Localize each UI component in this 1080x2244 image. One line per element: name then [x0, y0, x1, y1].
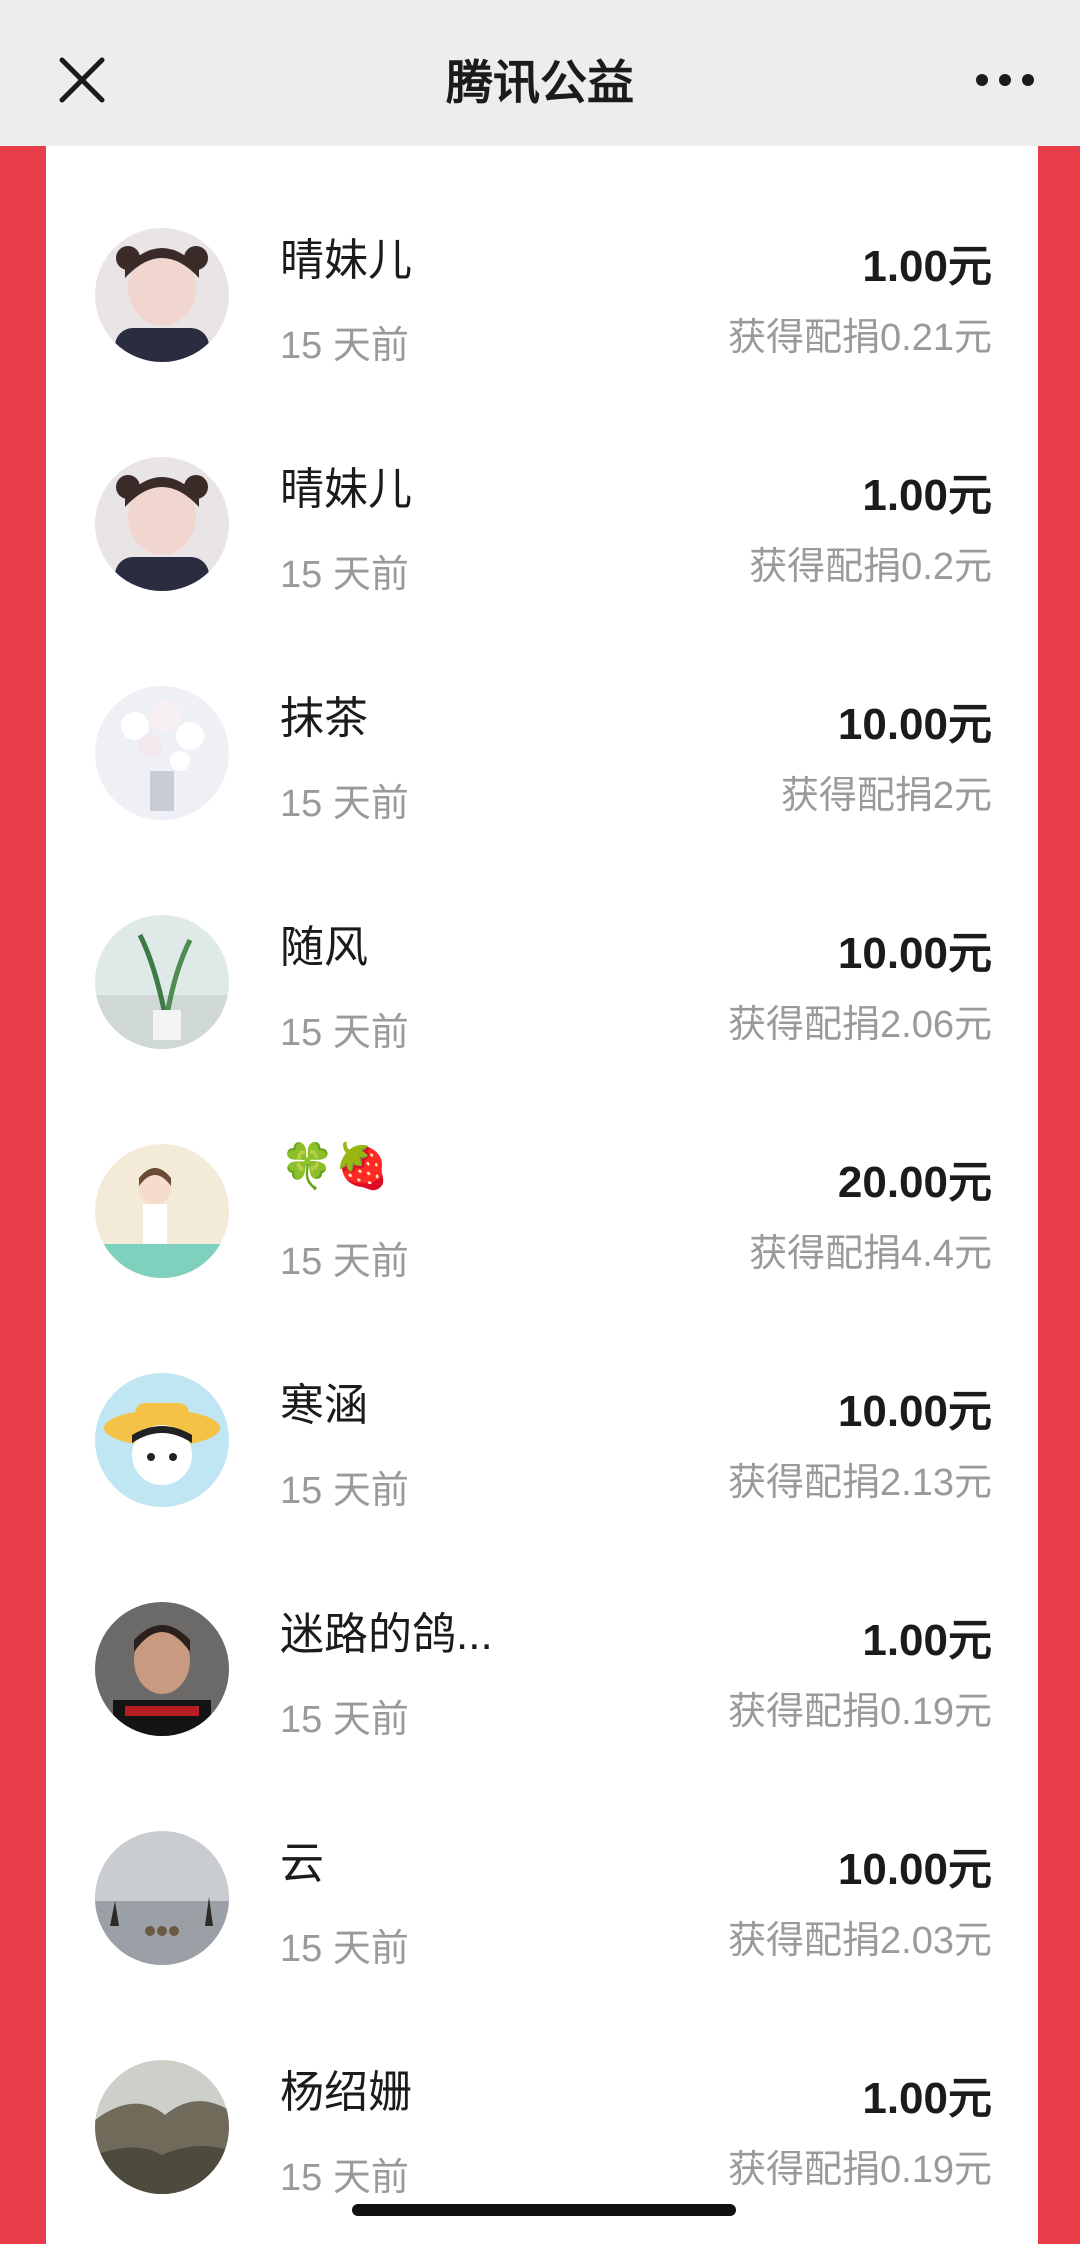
- donation-amount: 1.00元: [862, 242, 992, 291]
- avatar[interactable]: [95, 915, 229, 1049]
- match-amount: 获得配捐4.4元: [749, 1233, 992, 1275]
- list-item[interactable]: 云 15 天前 10.00元获得配捐2.03元: [46, 1745, 1038, 1974]
- more-icon: [976, 74, 1034, 86]
- donation-time: 15 天前: [280, 1012, 409, 1054]
- avatar[interactable]: [95, 2060, 229, 2194]
- donation-amount: 1.00元: [862, 1616, 992, 1665]
- side-border-right: [1038, 146, 1080, 2244]
- match-amount: 获得配捐0.2元: [749, 546, 992, 588]
- match-amount: 获得配捐2元: [780, 775, 992, 817]
- donation-amount: 10.00元: [837, 1387, 992, 1436]
- donation-amount: 10.00元: [837, 1845, 992, 1894]
- close-button[interactable]: [52, 50, 112, 110]
- avatar[interactable]: [95, 1831, 229, 1965]
- donor-name: 云: [280, 1839, 324, 1888]
- avatar[interactable]: [95, 686, 229, 820]
- avatar[interactable]: [95, 457, 229, 591]
- donation-amount: 1.00元: [862, 471, 992, 520]
- donation-amount: 1.00元: [862, 2074, 992, 2123]
- donor-name: 晴妹儿: [280, 236, 412, 285]
- donation-amount: 10.00元: [837, 929, 992, 978]
- close-icon: [59, 57, 105, 103]
- match-amount: 获得配捐2.13元: [728, 1462, 992, 1504]
- match-amount: 获得配捐0.19元: [728, 2149, 992, 2191]
- donation-amount: 20.00元: [837, 1158, 992, 1207]
- list-item[interactable]: 杨绍姗 15 天前 1.00元获得配捐0.19元: [46, 1974, 1038, 2203]
- donor-name: 🍀🍓: [280, 1142, 390, 1191]
- list-item[interactable]: 迷路的鸽... 15 天前 1.00元获得配捐0.19元: [46, 1516, 1038, 1745]
- donor-name: 寒涵: [280, 1381, 368, 1430]
- donation-time: 15 天前: [280, 783, 409, 825]
- list-item[interactable]: 抹茶 15 天前 10.00元获得配捐2元: [46, 600, 1038, 829]
- match-amount: 获得配捐0.19元: [728, 1691, 992, 1733]
- donation-time: 15 天前: [280, 1241, 409, 1283]
- avatar[interactable]: [95, 228, 229, 362]
- list-item[interactable]: 寒涵 15 天前 10.00元获得配捐2.13元: [46, 1287, 1038, 1516]
- list-item[interactable]: 随风 15 天前 10.00元获得配捐2.06元: [46, 829, 1038, 1058]
- donation-time: 15 天前: [280, 325, 409, 367]
- match-amount: 获得配捐2.06元: [728, 1004, 992, 1046]
- donor-name: 晴妹儿: [280, 465, 412, 514]
- list-item[interactable]: 晴妹儿 15 天前 1.00元获得配捐0.21元: [46, 142, 1038, 371]
- donation-time: 15 天前: [280, 1928, 409, 1970]
- donation-list[interactable]: 晴妹儿 15 天前 1.00元 获得配捐0.21元 晴妹儿 15 天前 1.00元 获得配捐0…: [46, 146, 1038, 2244]
- donation-time: 15 天前: [280, 1699, 409, 1741]
- donation-time: 15 天前: [280, 1470, 409, 1512]
- side-border-left: [0, 146, 46, 2244]
- donation-time: 15 天前: [280, 554, 409, 596]
- match-amount: 获得配捐0.21元: [728, 317, 992, 359]
- match-amount: 获得配捐2.03元: [728, 1920, 992, 1962]
- donation-amount: 10.00元: [837, 700, 992, 749]
- list-item[interactable]: 🍀🍓 15 天前 20.00元获得配捐4.4元: [46, 1058, 1038, 1287]
- avatar[interactable]: [95, 1373, 229, 1507]
- home-indicator[interactable]: [352, 2204, 736, 2216]
- list-item[interactable]: 晴妹儿 15 天前 1.00元获得配捐0.2元: [46, 371, 1038, 600]
- nav-bar: [0, 0, 1080, 146]
- avatar[interactable]: [95, 1602, 229, 1736]
- more-button[interactable]: [970, 60, 1040, 100]
- donor-name: 迷路的鸽...: [280, 1610, 493, 1659]
- donation-time: 15 天前: [280, 2157, 409, 2199]
- donor-name: 抹茶: [280, 694, 368, 743]
- donor-name: 随风: [280, 923, 368, 972]
- avatar[interactable]: [95, 1144, 229, 1278]
- donor-name: 杨绍姗: [280, 2068, 412, 2117]
